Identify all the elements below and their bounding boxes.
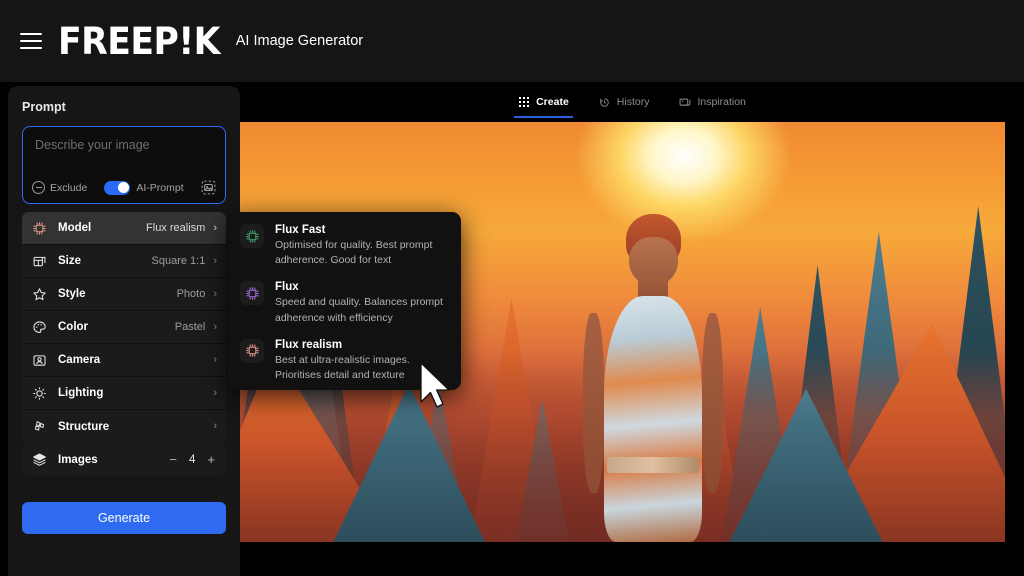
clock-icon (599, 96, 611, 108)
sidebar-item-label: Lighting (58, 387, 103, 399)
sidebar-item-label: Color (58, 321, 88, 333)
tab-history[interactable]: History (599, 86, 650, 118)
sidebar-item-label: Structure (58, 421, 109, 433)
main-tabs: Create History Inspiration (240, 86, 1024, 118)
model-option-title: Flux Fast (275, 224, 449, 236)
model-option-flux-fast[interactable]: Flux Fast Optimised for quality. Best pr… (228, 224, 461, 268)
images-stepper: − 4 + (169, 453, 215, 466)
model-option-flux-realism[interactable]: Flux realism Best at ultra-realistic ima… (228, 339, 461, 383)
sidebar-item-label: Style (58, 288, 86, 300)
exclude-label: Exclude (50, 182, 87, 194)
image-frame-icon[interactable] (201, 180, 216, 195)
chip-icon (32, 221, 47, 236)
ai-prompt-toggle-group[interactable]: AI-Prompt (104, 181, 183, 195)
sidebar-panel: Prompt Describe your image Exclude AI-Pr… (8, 86, 240, 576)
figure-arm-right (702, 313, 723, 493)
figure-subject (577, 214, 730, 542)
prompt-input-box[interactable]: Describe your image Exclude AI-Prompt (22, 126, 226, 204)
minus-circle-icon (32, 181, 45, 194)
figure-dress (604, 296, 702, 542)
prompt-toolbar: Exclude AI-Prompt (23, 180, 225, 195)
sidebar-item-lighting[interactable]: Lighting › (22, 377, 226, 410)
prompt-section-title: Prompt (8, 86, 240, 114)
tab-create[interactable]: Create (518, 86, 569, 118)
generate-button[interactable]: Generate (22, 502, 226, 534)
model-option-title: Flux (275, 281, 449, 293)
chevron-right-icon: › (213, 355, 217, 366)
decrement-images-button[interactable]: − (169, 453, 177, 466)
sidebar-item-label: Camera (58, 354, 100, 366)
sidebar-item-camera[interactable]: Camera › (22, 344, 226, 377)
ai-prompt-label: AI-Prompt (136, 182, 183, 194)
chevron-right-icon: › (213, 322, 217, 333)
sidebar-item-model[interactable]: Model Flux realism › (22, 212, 226, 245)
camera-frame-icon (32, 353, 47, 368)
tab-label: Inspiration (697, 96, 745, 108)
app-subtitle: AI Image Generator (236, 33, 363, 49)
sidebar-item-value: Flux realism (146, 222, 205, 234)
figure-arm-left (583, 313, 604, 493)
star-icon (32, 287, 47, 302)
brand-logo[interactable]: FREEP!K (58, 20, 220, 63)
figure-belt (607, 457, 699, 473)
model-option-description: Best at ultra-realistic images. Prioriti… (275, 353, 449, 383)
sidebar-item-structure[interactable]: Structure › (22, 410, 226, 443)
sidebar-item-color[interactable]: Color Pastel › (22, 311, 226, 344)
hamburger-icon[interactable] (20, 33, 42, 49)
model-option-flux[interactable]: Flux Speed and quality. Balances prompt … (228, 281, 461, 325)
model-option-description: Optimised for quality. Best prompt adher… (275, 238, 449, 268)
sidebar-item-label: Size (58, 255, 81, 267)
chip-icon (240, 281, 264, 305)
exclude-button[interactable]: Exclude (32, 181, 87, 194)
sun-icon (32, 386, 47, 401)
app-header: FREEP!K AI Image Generator (0, 0, 1024, 82)
generation-options-list: Model Flux realism › Size Square 1:1 › (22, 212, 226, 443)
sidebar-item-value: Pastel (175, 321, 206, 333)
images-count-value: 4 (189, 454, 195, 466)
inspiration-icon (679, 96, 691, 108)
model-option-description: Speed and quality. Balances prompt adher… (275, 295, 449, 325)
sidebar-item-style[interactable]: Style Photo › (22, 278, 226, 311)
model-dropdown-menu[interactable]: Flux Fast Optimised for quality. Best pr… (228, 212, 461, 390)
grid-icon (518, 96, 530, 108)
sidebar-item-label: Model (58, 222, 91, 234)
prompt-placeholder: Describe your image (35, 138, 150, 152)
sidebar-item-size[interactable]: Size Square 1:1 › (22, 245, 226, 278)
layers-icon (32, 452, 47, 467)
palette-icon (32, 320, 47, 335)
frames-icon (32, 254, 47, 269)
chevron-right-icon: › (213, 421, 217, 432)
structure-icon (32, 419, 47, 434)
sidebar-item-value: Photo (177, 288, 206, 300)
tab-label: Create (536, 96, 569, 108)
chevron-right-icon: › (213, 388, 217, 399)
images-count-row: Images − 4 + (22, 443, 226, 476)
sidebar-item-value: Square 1:1 (152, 255, 206, 267)
ai-prompt-toggle[interactable] (104, 181, 130, 195)
chevron-right-icon: › (213, 256, 217, 267)
tab-label: History (617, 96, 650, 108)
chevron-right-icon: › (213, 289, 217, 300)
chip-icon (240, 224, 264, 248)
model-option-title: Flux realism (275, 339, 449, 351)
increment-images-button[interactable]: + (207, 453, 215, 466)
tab-inspiration[interactable]: Inspiration (679, 86, 745, 118)
images-label: Images (58, 454, 98, 466)
chevron-right-icon: › (213, 223, 217, 234)
app-window: FREEP!K AI Image Generator Prompt Descri… (0, 0, 1024, 576)
chip-icon (240, 339, 264, 363)
